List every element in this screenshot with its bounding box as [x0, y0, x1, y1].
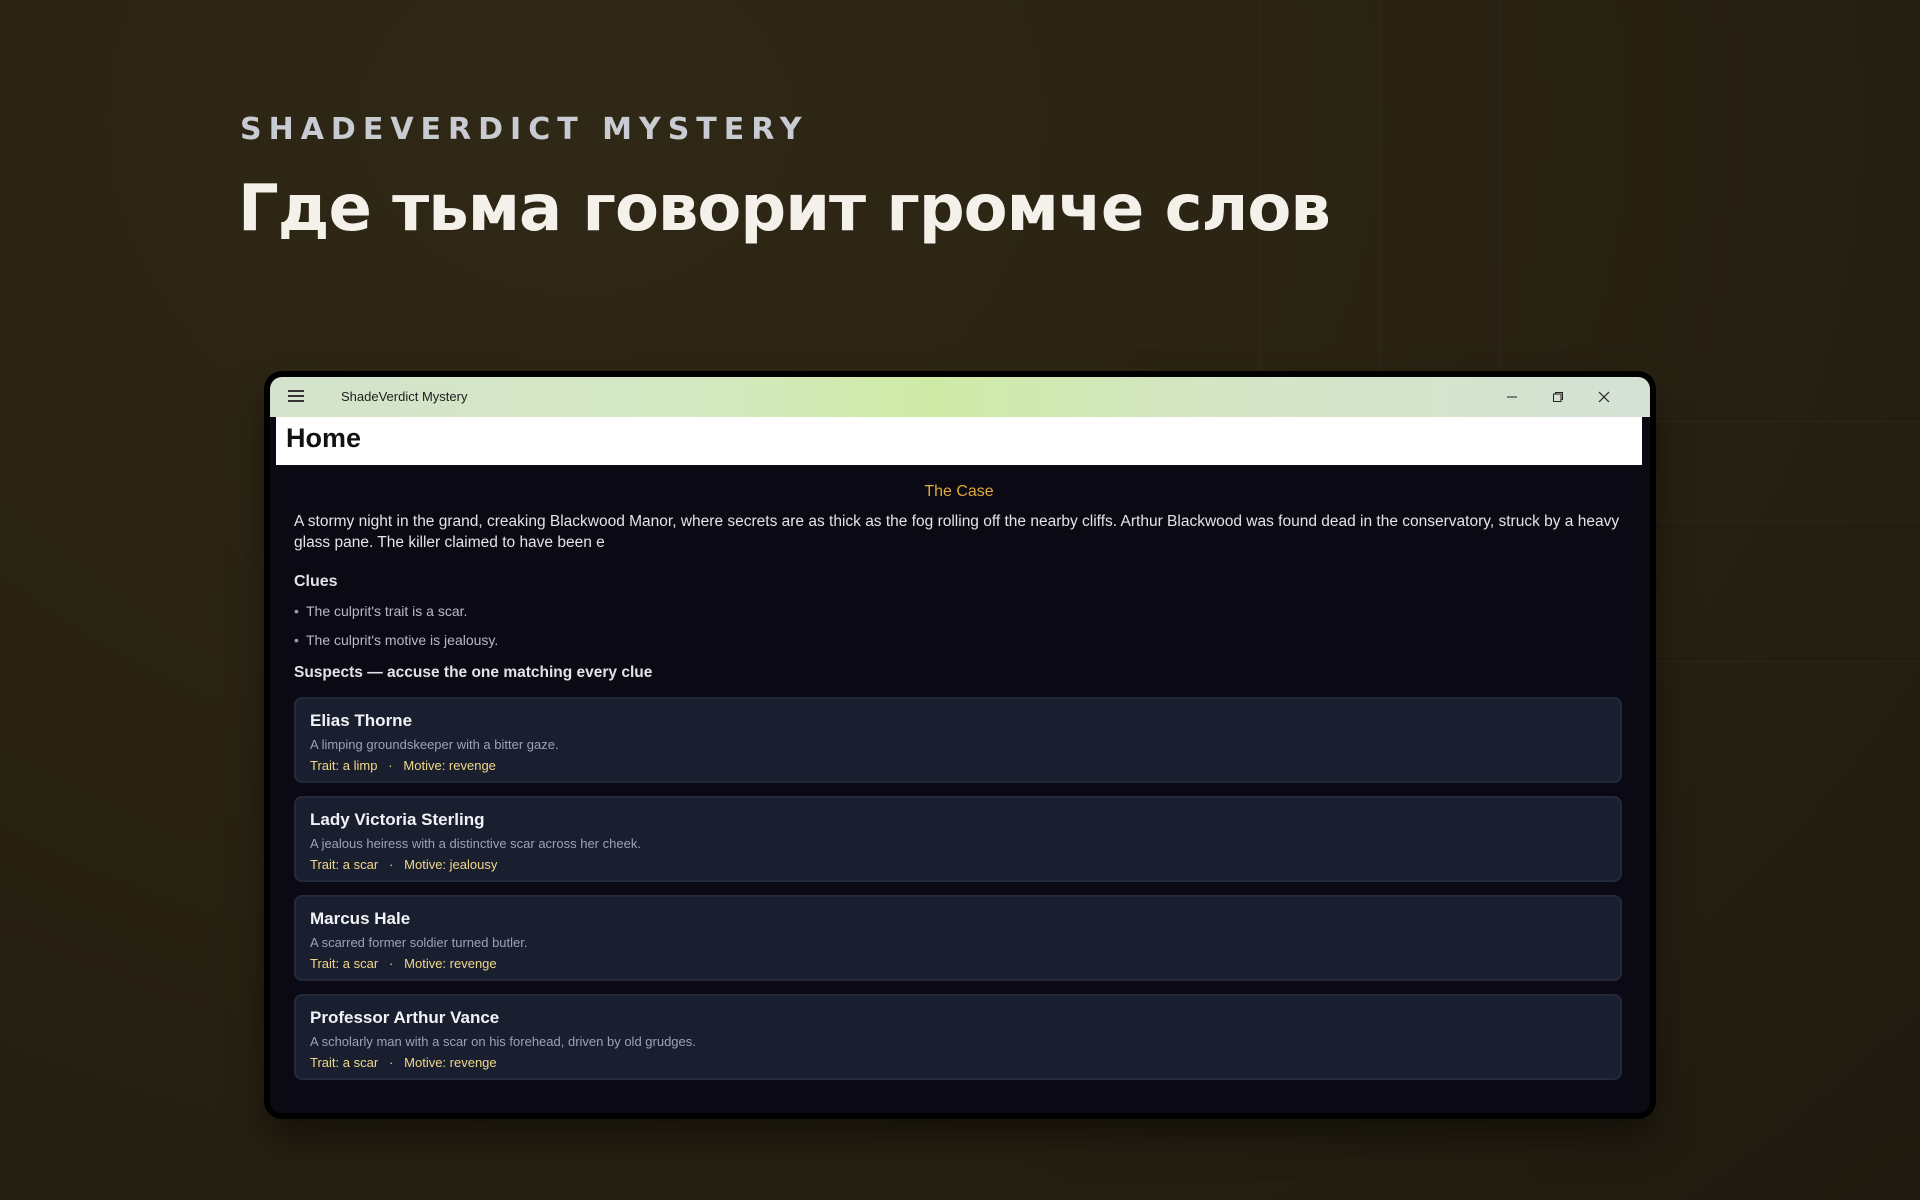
marketing-stage: SHADEVERDICT MYSTERY Где тьма говорит гр… [0, 0, 1920, 1200]
suspect-description: A limping groundskeeper with a bitter ga… [310, 737, 559, 752]
clue-text: The culprit's motive is jealousy. [306, 632, 499, 648]
bullet-icon: • [294, 603, 299, 619]
hero-headline: Где тьма говорит громче слов [238, 172, 1331, 246]
close-icon [1598, 391, 1610, 403]
case-title: The Case [924, 483, 994, 500]
restore-icon [1553, 392, 1563, 402]
minimize-button[interactable] [1489, 377, 1535, 417]
clue-text: The culprit's trait is a scar. [306, 603, 468, 619]
page-title: Home [286, 423, 362, 453]
clue-item: • The culprit's motive is jealousy. [294, 632, 498, 648]
suspect-card-elias-thorne[interactable]: Elias Thorne A limping groundskeeper wit… [294, 697, 1622, 783]
suspect-description: A scarred former soldier turned butler. [310, 935, 528, 950]
suspect-meta: Trait: a scar · Motive: revenge [310, 956, 497, 971]
suspects-heading: Suspects — accuse the one matching every… [294, 664, 653, 681]
suspect-card-professor-arthur-vance[interactable]: Professor Arthur Vance A scholarly man w… [294, 994, 1622, 1080]
restore-button[interactable] [1535, 377, 1581, 417]
app-title: ShadeVerdict Mystery [341, 389, 468, 404]
suspect-name: Marcus Hale [310, 909, 411, 928]
case-description: A stormy night in the grand, creaking Bl… [294, 513, 1620, 551]
bullet-icon: • [294, 632, 299, 648]
close-button[interactable] [1581, 377, 1627, 417]
main-content: The Case A stormy night in the grand, cr… [276, 465, 1642, 1113]
suspect-card-lady-victoria-sterling[interactable]: Lady Victoria Sterling A jealous heiress… [294, 796, 1622, 882]
app-window: ShadeVerdict Mystery Home The Case A sto… [270, 377, 1650, 1113]
page-header: Home [276, 417, 1642, 465]
hamburger-icon[interactable] [288, 390, 304, 402]
suspect-name: Lady Victoria Sterling [310, 810, 485, 829]
suspect-card-marcus-hale[interactable]: Marcus Hale A scarred former soldier tur… [294, 895, 1622, 981]
minimize-icon [1507, 396, 1517, 398]
suspect-name: Professor Arthur Vance [310, 1008, 500, 1027]
suspect-meta: Trait: a limp · Motive: revenge [310, 758, 496, 773]
suspect-description: A scholarly man with a scar on his foreh… [310, 1034, 696, 1049]
hero-eyebrow: SHADEVERDICT MYSTERY [240, 112, 809, 147]
clue-item: • The culprit's trait is a scar. [294, 603, 467, 619]
suspect-meta: Trait: a scar · Motive: revenge [310, 1055, 497, 1070]
clues-heading: Clues [294, 573, 338, 590]
title-bar: ShadeVerdict Mystery [270, 377, 1650, 417]
suspect-meta: Trait: a scar · Motive: jealousy [310, 857, 498, 872]
suspect-description: A jealous heiress with a distinctive sca… [310, 836, 641, 851]
suspect-name: Elias Thorne [310, 711, 413, 730]
